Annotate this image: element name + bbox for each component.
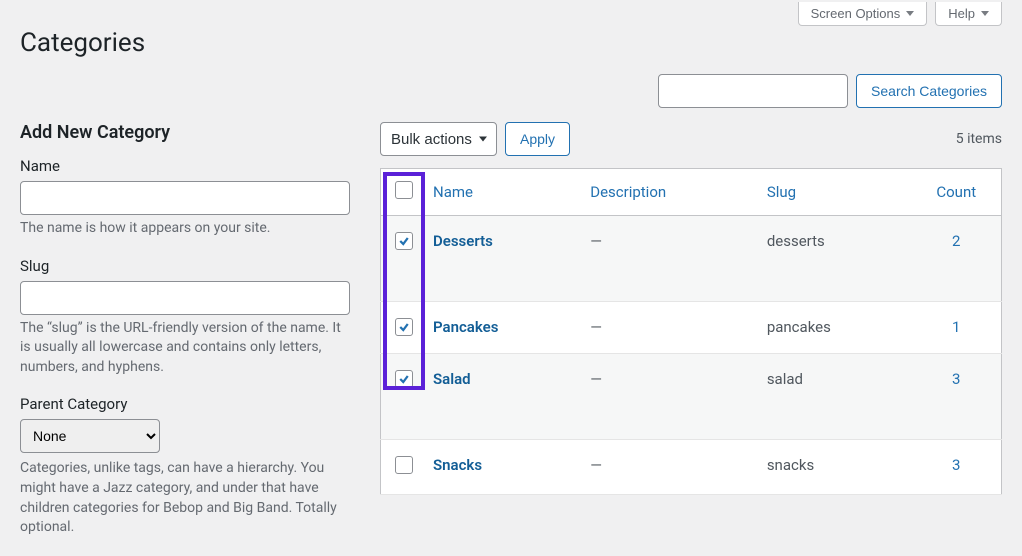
column-slug[interactable]: Slug [757,169,912,216]
category-count-link[interactable]: 3 [952,456,960,474]
column-count[interactable]: Count [912,169,1002,216]
help-label: Help [948,6,975,21]
category-name-link[interactable]: Pancakes [433,318,498,336]
category-slug: pancakes [767,318,831,336]
category-description: — [590,318,602,336]
search-categories-button[interactable]: Search Categories [856,74,1002,108]
name-help: The name is how it appears on your site. [20,219,350,239]
table-row: Salad — salad 3 [381,354,1002,440]
items-count: 5 items [956,131,1002,147]
screen-options-tab[interactable]: Screen Options [798,2,928,26]
name-input[interactable] [20,181,350,215]
screen-options-label: Screen Options [811,6,901,21]
column-description[interactable]: Description [580,169,757,216]
category-count-link[interactable]: 1 [952,318,960,336]
chevron-down-icon [981,11,989,16]
category-count-link[interactable]: 3 [952,370,960,388]
category-count-link[interactable]: 2 [952,232,960,250]
category-description: — [590,456,602,474]
category-description: — [590,232,602,250]
row-checkbox[interactable] [395,318,413,336]
table-row: Pancakes — pancakes 1 [381,302,1002,354]
apply-button[interactable]: Apply [505,122,570,156]
name-label: Name [20,157,350,175]
category-slug: snacks [767,456,814,474]
column-name[interactable]: Name [423,169,580,216]
select-all-checkbox[interactable] [395,181,413,199]
row-checkbox[interactable] [395,370,413,388]
parent-category-label: Parent Category [20,395,350,413]
table-row: Desserts — desserts 2 [381,216,1002,302]
row-checkbox[interactable] [395,456,413,474]
category-slug: salad [767,370,803,388]
page-title: Categories [20,28,1002,58]
slug-input[interactable] [20,281,350,315]
help-tab[interactable]: Help [935,2,1002,26]
slug-label: Slug [20,257,350,275]
category-name-link[interactable]: Snacks [433,456,482,474]
row-checkbox[interactable] [395,232,413,250]
add-new-category-title: Add New Category [20,122,350,143]
chevron-down-icon [906,11,914,16]
parent-help: Categories, unlike tags, can have a hier… [20,459,350,537]
search-input[interactable] [658,74,848,108]
category-name-link[interactable]: Desserts [433,232,493,250]
category-name-link[interactable]: Salad [433,370,471,388]
table-row: Snacks — snacks 3 [381,440,1002,495]
parent-category-select[interactable]: None [20,419,160,453]
category-slug: desserts [767,232,825,250]
category-description: — [590,370,602,388]
categories-table: Name Description Slug Count Desserts — des… [380,168,1002,495]
slug-help: The “slug” is the URL-friendly version o… [20,319,350,378]
bulk-actions-select[interactable]: Bulk actions [380,122,497,156]
